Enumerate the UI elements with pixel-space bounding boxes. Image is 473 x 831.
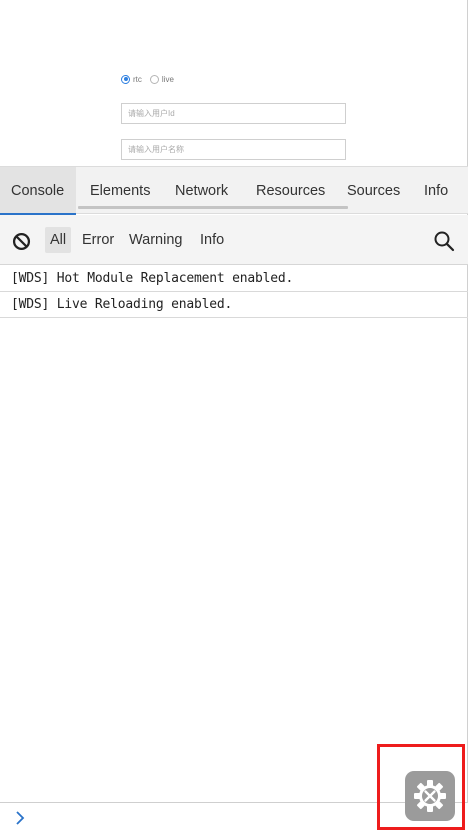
filter-error[interactable]: Error <box>77 227 119 253</box>
mode-radio-group: rtc live <box>121 73 182 85</box>
filter-all[interactable]: All <box>45 227 72 253</box>
radio-live[interactable] <box>149 74 159 84</box>
clear-console-icon[interactable] <box>12 232 31 251</box>
tab-console[interactable]: Console <box>0 167 77 215</box>
user-name-input[interactable] <box>121 139 346 160</box>
mobile-screen: rtc live Console Elements Network Resour… <box>0 0 473 831</box>
prompt-chevron-icon <box>16 811 25 825</box>
radio-rtc-label[interactable]: rtc <box>133 75 142 84</box>
radio-rtc[interactable] <box>121 74 130 84</box>
tab-sources[interactable]: Sources <box>347 167 400 213</box>
devtools-toggle-button[interactable] <box>405 771 455 821</box>
filter-info[interactable]: Info <box>195 227 229 253</box>
devtools-gear-icon <box>414 780 446 812</box>
radio-live-label[interactable]: live <box>162 75 174 84</box>
filter-warning[interactable]: Warning <box>124 227 187 253</box>
console-log-line: [WDS] Live Reloading enabled. <box>0 292 468 318</box>
search-icon[interactable] <box>433 230 455 252</box>
console-log-line: [WDS] Hot Module Replacement enabled. <box>0 266 468 292</box>
devtools-tab-bar: Console Elements Network Resources Sourc… <box>0 166 468 215</box>
user-id-input[interactable] <box>121 103 346 124</box>
tab-info[interactable]: Info <box>424 167 448 213</box>
tab-scrollbar[interactable] <box>78 206 348 209</box>
console-filter-bar: All Error Warning Info <box>0 215 468 265</box>
scroll-edge-divider <box>467 0 468 831</box>
